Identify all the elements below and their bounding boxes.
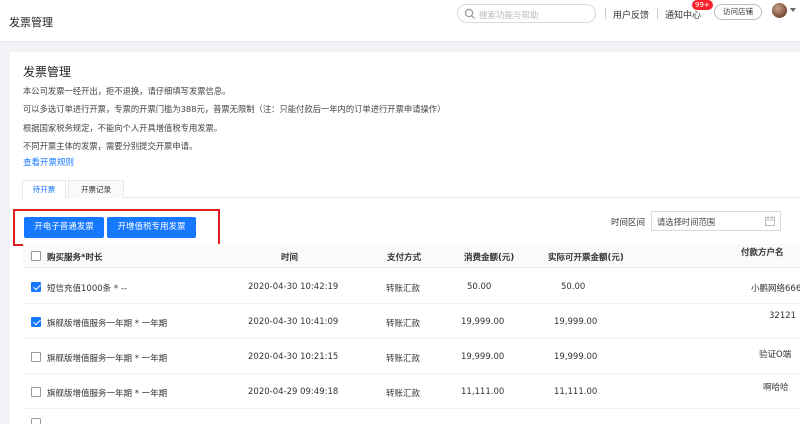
row-checkbox[interactable]	[31, 418, 41, 424]
note-text: 根据国家税务规定，不能向个人开具增值税专用发票。	[23, 123, 223, 133]
time-range-picker[interactable]: 请选择时间范围	[651, 211, 781, 231]
cell-payment: 转账汇款	[386, 284, 421, 294]
cell-service: 旗舰版增值服务一年期 * 一年期	[47, 319, 168, 329]
select-all-checkbox[interactable]	[31, 251, 41, 261]
tab-bar: 待开票 开票记录	[22, 180, 800, 199]
e-invoice-button[interactable]: 开电子普通发票	[24, 217, 104, 238]
table-row[interactable]	[23, 410, 800, 424]
cell-amount: 19,999.00	[461, 317, 505, 327]
cell-time: 2020-04-30 10:41:09	[248, 317, 339, 327]
vat-invoice-button[interactable]: 开增值税专用发票	[107, 217, 196, 238]
col-service: 购买服务*时长	[47, 253, 103, 263]
table-row[interactable]: 旗舰版增值服务一年期 * 一年期 2020-04-30 10:41:09 转账汇…	[23, 305, 800, 339]
table-row[interactable]: 旗舰版增值服务一年期 * 一年期 2020-04-29 09:49:18 转账汇…	[23, 375, 800, 409]
top-bar: 发票管理 搜索功能与帮助 用户反馈 通知中心 99+ 访问店铺	[0, 0, 800, 42]
time-range-label: 时间区间	[611, 218, 646, 228]
cell-time: 2020-04-29 09:49:18	[248, 387, 339, 397]
cell-time: 2020-04-30 10:42:19	[248, 282, 339, 292]
row-checkbox[interactable]	[31, 352, 41, 362]
page-title: 发票管理	[23, 65, 72, 79]
note-text: 不同开票主体的发票，需要分别提交开票申请。	[23, 141, 198, 151]
cell-service: 短信充值1000条 * --	[47, 284, 127, 294]
search-input[interactable]: 搜索功能与帮助	[457, 4, 596, 23]
feedback-link[interactable]: 用户反馈	[613, 8, 649, 21]
divider	[657, 8, 658, 19]
notification-badge: 99+	[692, 0, 713, 10]
row-checkbox[interactable]	[31, 387, 41, 397]
cell-payer: 小鹏网络666	[751, 284, 800, 294]
cell-amount: 50.00	[467, 282, 492, 292]
cell-service: 旗舰版增值服务一年期 * 一年期	[47, 354, 168, 364]
cell-invoiceable: 50.00	[561, 282, 586, 292]
visit-store-button[interactable]: 访问店铺	[714, 4, 762, 20]
tab-pending[interactable]: 待开票	[22, 180, 66, 199]
main-card: 发票管理 本公司发票一经开出，拒不退换，请仔细填写发票信息。 可以多选订单进行开…	[10, 52, 800, 424]
col-amount: 消费金额(元)	[464, 253, 515, 263]
cell-payment: 转账汇款	[386, 389, 421, 399]
app-title: 发票管理	[9, 16, 53, 29]
col-time: 时间	[281, 253, 299, 263]
note-text: 本公司发票一经开出，拒不退换，请仔细填写发票信息。	[23, 86, 231, 96]
view-rules-link[interactable]: 查看开票规则	[23, 156, 74, 168]
cell-payer: 啊哈哈	[763, 383, 789, 393]
cell-payment: 转账汇款	[386, 319, 421, 329]
table-header: 购买服务*时长 时间 支付方式 消费金额(元) 实际可开票金额(元) 付款方户名	[23, 244, 800, 268]
cell-invoiceable: 19,999.00	[554, 317, 598, 327]
row-checkbox[interactable]	[31, 317, 41, 327]
cell-invoiceable: 19,999.00	[554, 352, 598, 362]
cell-payer: 验证O端	[759, 350, 792, 360]
search-icon	[464, 8, 475, 19]
note-text: 可以多选订单进行开票，专票的开票门槛为388元，普票无限制（注：只能付款后一年内…	[23, 104, 446, 114]
cell-amount: 11,111.00	[461, 387, 505, 397]
avatar[interactable]	[772, 3, 787, 18]
cell-amount: 19,999.00	[461, 352, 505, 362]
col-invoiceable: 实际可开票金额(元)	[548, 253, 624, 263]
table-row[interactable]: 短信充值1000条 * -- 2020-04-30 10:42:19 转账汇款 …	[23, 270, 800, 304]
calendar-icon	[765, 216, 775, 226]
search-placeholder: 搜索功能与帮助	[479, 11, 539, 21]
col-payer: 付款方户名	[741, 248, 784, 258]
cell-invoiceable: 11,111.00	[554, 387, 598, 397]
divider	[605, 8, 606, 19]
cell-payment: 转账汇款	[386, 354, 421, 364]
row-checkbox[interactable]	[31, 282, 41, 292]
cell-time: 2020-04-30 10:21:15	[248, 352, 339, 362]
tab-records[interactable]: 开票记录	[68, 180, 124, 198]
cell-service: 旗舰版增值服务一年期 * 一年期	[47, 389, 168, 399]
col-payment: 支付方式	[387, 253, 422, 263]
table-row[interactable]: 旗舰版增值服务一年期 * 一年期 2020-04-30 10:21:15 转账汇…	[23, 340, 800, 374]
time-range-placeholder: 请选择时间范围	[657, 217, 716, 227]
chevron-down-icon[interactable]	[790, 8, 796, 12]
cell-payer: 32121	[769, 311, 797, 321]
